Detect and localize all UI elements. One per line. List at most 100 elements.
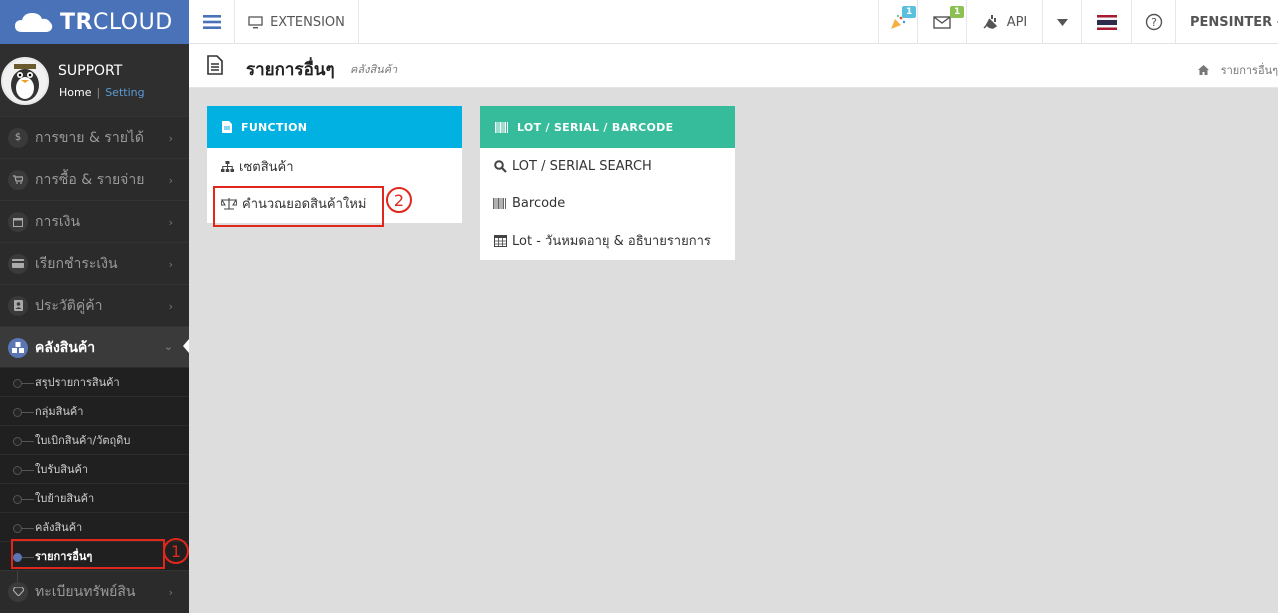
lot-expiry-link[interactable]: Lot - วันหมดอายุ & อธิบายรายการ (480, 222, 735, 259)
brand-logo[interactable]: TR CLOUD (0, 0, 189, 44)
monitor-icon (248, 15, 263, 28)
active-pointer-icon (183, 339, 189, 353)
submenu-item-transfer[interactable]: ใบย้ายสินค้า (0, 483, 189, 512)
dollar-icon: $ (8, 127, 28, 148)
lot-expiry-label: Lot - วันหมดอายุ & อธิบายรายการ (512, 234, 711, 249)
user-label: PENSINTER (1190, 14, 1273, 30)
mail-badge: 1 (950, 6, 965, 18)
submenu-item-product-group[interactable]: กลุ่มสินค้า (0, 396, 189, 425)
step-number-1: 1 (163, 538, 189, 564)
sidebar-item-assets[interactable]: ทะเบียนทรัพย์สิน › (0, 570, 189, 612)
bullet-icon (13, 524, 22, 533)
sidebar-item-label: การเงิน (35, 213, 81, 230)
thai-flag-icon (1096, 14, 1117, 30)
contact-icon (8, 295, 28, 316)
bullet-icon (13, 408, 22, 417)
sidebar-item-label: การขาย & รายได้ (35, 129, 145, 146)
notification-button[interactable]: 1 (878, 0, 918, 44)
calendar-icon (493, 234, 507, 247)
help-button[interactable]: ? (1132, 0, 1176, 44)
sidebar-item-finance[interactable]: การเงิน › (0, 200, 189, 242)
menu-toggle-button[interactable] (189, 0, 235, 44)
language-button[interactable] (1082, 0, 1132, 44)
page-subtitle: คลังสินค้า (350, 63, 398, 76)
api-button[interactable]: API (967, 0, 1043, 44)
home-icon[interactable] (1197, 65, 1209, 75)
chevron-right-icon: › (168, 174, 173, 187)
avatar[interactable] (1, 57, 49, 105)
api-label: API (1006, 14, 1028, 30)
bullet-icon (13, 437, 22, 446)
sidebar-item-partners[interactable]: ประวัติคู่ค้า › (0, 284, 189, 326)
submenu-label: สรุปรายการสินค้า (35, 376, 120, 389)
lot-serial-panel: LOT / SERIAL / BARCODE LOT / SERIAL SEAR… (480, 106, 735, 260)
question-circle-icon: ? (1145, 13, 1162, 31)
submenu-item-product-summary[interactable]: สรุปรายการสินค้า (0, 367, 189, 396)
submenu-item-warehouse[interactable]: คลังสินค้า (0, 512, 189, 541)
brand-light: CLOUD (92, 9, 173, 35)
breadcrumb-current: รายการอื่นๆ (1220, 64, 1278, 77)
sidebar-item-warehouse[interactable]: คลังสินค้า ⌄ (0, 326, 189, 368)
home-link[interactable]: Home (59, 86, 91, 99)
step-number-2: 2 (386, 187, 412, 213)
user-menu[interactable]: PENSINTER (1176, 0, 1278, 44)
search-icon (493, 160, 507, 173)
cart-icon (8, 169, 28, 190)
submenu-label: คลังสินค้า (35, 521, 83, 534)
cubes-icon (8, 337, 28, 358)
envelope-icon (933, 15, 951, 29)
bullet-icon (13, 379, 22, 388)
bullet-icon (13, 495, 22, 504)
sidebar-item-label: ประวัติคู่ค้า (35, 297, 103, 314)
sidebar: SUPPORT Home | Setting $ การขาย & รายได้ ›… (0, 44, 189, 613)
svg-text:?: ? (1151, 16, 1157, 29)
bullet-icon (13, 466, 22, 475)
page-title: รายการอื่นๆ (246, 60, 335, 80)
breadcrumb: รายการอื่นๆ (1197, 61, 1278, 79)
credit-card-icon (8, 253, 28, 274)
highlight-box-2 (213, 186, 384, 227)
extension-label: EXTENSION (270, 14, 345, 30)
chevron-right-icon: › (168, 258, 173, 271)
function-panel-title: FUNCTION (241, 120, 308, 134)
sidebar-item-label: เรียกชำระเงิน (35, 255, 118, 272)
chevron-down-icon: ⌄ (163, 340, 173, 353)
calendar-icon (8, 211, 28, 232)
submenu-item-receipt[interactable]: ใบรับสินค้า (0, 454, 189, 483)
barcode-link[interactable]: Barcode (480, 185, 735, 222)
plug-icon (983, 15, 997, 29)
barcode-icon (493, 198, 507, 209)
cloud-icon (15, 13, 53, 32)
diamond-icon (8, 581, 28, 602)
document-icon (207, 55, 223, 75)
submenu-label: ใบรับสินค้า (35, 463, 89, 476)
link-separator: | (96, 86, 101, 99)
sidebar-item-billing[interactable]: เรียกชำระเงิน › (0, 242, 189, 284)
extension-button[interactable]: EXTENSION (235, 0, 359, 44)
sidebar-item-label: ทะเบียนทรัพย์สิน (35, 583, 136, 600)
profile-panel: SUPPORT Home | Setting (0, 44, 189, 116)
lot-serial-search-link[interactable]: LOT / SERIAL SEARCH (480, 148, 735, 185)
submenu-label: ใบเบิกสินค้า/วัตถุดิบ (35, 434, 131, 447)
lot-serial-search-label: LOT / SERIAL SEARCH (512, 159, 652, 174)
product-set-label: เซตสินค้า (239, 160, 294, 175)
mail-button[interactable]: 1 (918, 0, 967, 44)
dropdown-button[interactable] (1043, 0, 1082, 44)
file-icon (222, 121, 232, 133)
hamburger-icon (202, 15, 221, 29)
user-name: SUPPORT (58, 63, 123, 79)
top-bar: EXTENSION 1 1 API ? PENSINTER (189, 0, 1278, 44)
submenu-label: กลุ่มสินค้า (35, 405, 84, 418)
setting-link[interactable]: Setting (105, 86, 144, 99)
notify-badge: 1 (902, 6, 917, 18)
sidebar-item-purchases[interactable]: การซื้อ & รายจ่าย › (0, 158, 189, 200)
sidebar-item-sales[interactable]: $ การขาย & รายได้ › (0, 116, 189, 158)
sidebar-item-label: การซื้อ & รายจ่าย (35, 171, 145, 188)
submenu-item-requisition[interactable]: ใบเบิกสินค้า/วัตถุดิบ (0, 425, 189, 454)
barcode-label: Barcode (512, 196, 566, 211)
chevron-right-icon: › (168, 132, 173, 145)
sidebar-item-label: คลังสินค้า (35, 339, 96, 356)
function-panel-header: FUNCTION (207, 106, 462, 148)
penguin-avatar-icon (11, 64, 39, 101)
product-set-link[interactable]: เซตสินค้า (207, 148, 462, 185)
